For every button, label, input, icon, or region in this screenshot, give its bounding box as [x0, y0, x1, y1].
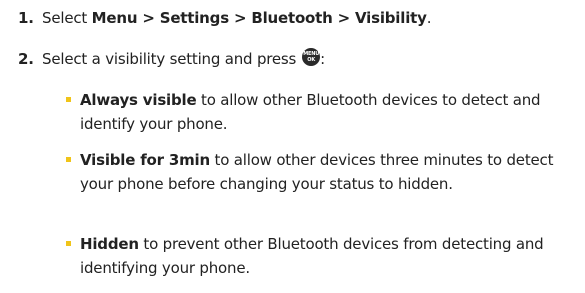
instruction-document: 1. Select Menu > Settings > Bluetooth > … — [0, 0, 585, 293]
step-text: Select Menu > Settings > Bluetooth > Vis… — [42, 8, 431, 28]
step-prefix: Select — [42, 9, 92, 27]
bullet-icon — [66, 97, 71, 102]
step-number: 2. — [18, 50, 34, 68]
option-name: Hidden — [80, 235, 139, 253]
menu-path: Menu > Settings > Bluetooth > Visibility — [91, 9, 427, 27]
option-text: Visible for 3min to allow other devices … — [80, 148, 577, 196]
option-name: Visible for 3min — [80, 151, 210, 169]
step-number: 1. — [18, 9, 34, 27]
option-description: to prevent other Bluetooth devices from … — [80, 235, 544, 277]
menu-ok-key-icon: MENU OK — [302, 48, 321, 66]
option-text: Hidden to prevent other Bluetooth device… — [80, 232, 577, 280]
step-suffix: . — [426, 9, 432, 27]
bullet-icon — [66, 157, 71, 162]
key-label-ok: OK — [307, 57, 316, 63]
bullet-icon — [66, 241, 71, 246]
option-text: Always visible to allow other Bluetooth … — [80, 88, 577, 136]
option-name: Always visible — [80, 91, 197, 109]
step-text-body: Select a visibility setting and press — [42, 50, 297, 68]
step-text: Select a visibility setting and press MEN… — [42, 48, 326, 69]
step-suffix: : — [320, 50, 326, 68]
